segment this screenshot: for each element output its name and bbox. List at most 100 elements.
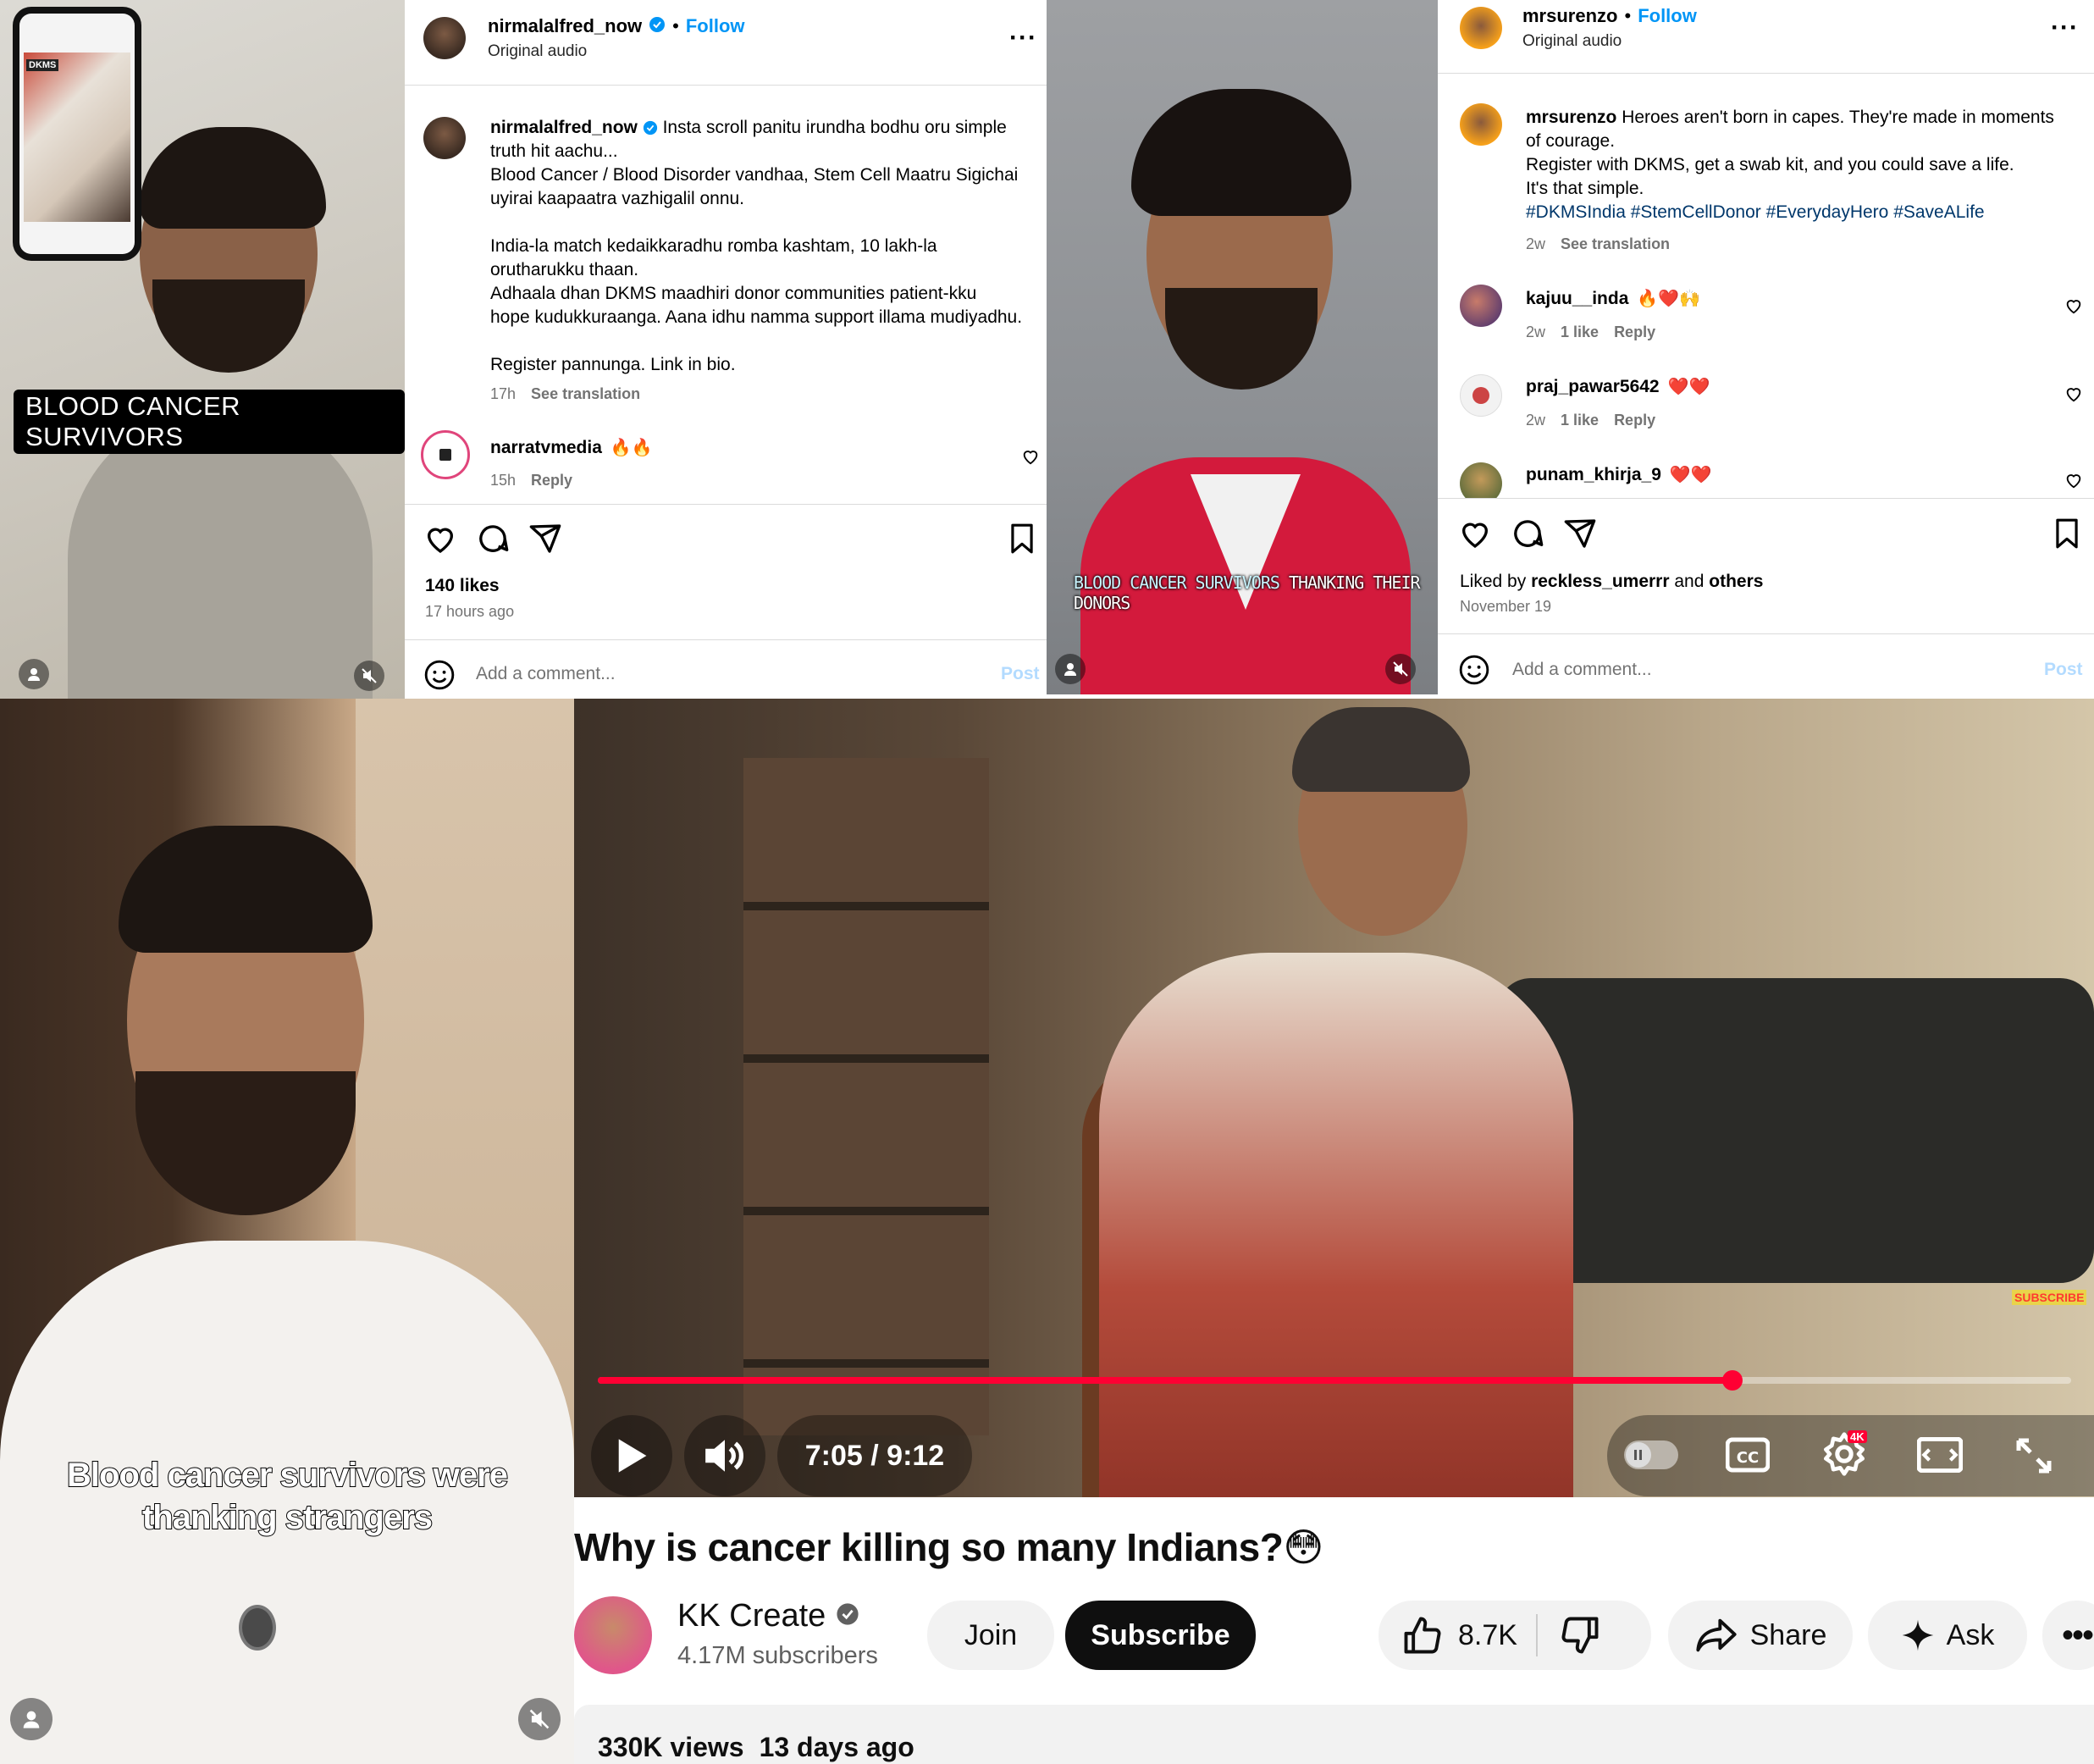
share-icon[interactable]	[1563, 517, 1597, 555]
avatar[interactable]	[1460, 285, 1502, 327]
post-username[interactable]: nirmalalfred_now	[488, 15, 642, 37]
person-beard	[152, 279, 305, 373]
like-icon[interactable]	[1458, 517, 1492, 555]
mute-icon[interactable]	[518, 1698, 561, 1740]
more-actions-button[interactable]: •••	[2042, 1601, 2094, 1670]
reel-video-3[interactable]: Blood cancer survivors were thanking str…	[0, 699, 574, 1764]
user-tag-icon[interactable]	[1055, 654, 1086, 684]
mute-icon[interactable]	[1385, 654, 1416, 684]
like-icon[interactable]	[423, 522, 457, 560]
verified-icon	[836, 1602, 859, 1630]
view-count: 330K views	[598, 1732, 744, 1762]
liked-by-others[interactable]: others	[1709, 572, 1763, 591]
progress-scrubber[interactable]	[1721, 1370, 1743, 1391]
liked-by-user[interactable]: reckless_umerrr	[1531, 572, 1669, 591]
user-tag-icon[interactable]	[10, 1698, 52, 1740]
description-box[interactable]: 330K views 13 days ago	[574, 1705, 2094, 1764]
caption-username[interactable]: mrsurenzo	[1526, 108, 1616, 127]
time-display: 7:05 / 9:12	[777, 1415, 972, 1496]
comment-username[interactable]: kajuu__inda	[1526, 289, 1628, 309]
dislike-button[interactable]	[1538, 1613, 1602, 1657]
avatar[interactable]	[423, 17, 466, 59]
comment-username[interactable]: narratvmedia	[490, 438, 602, 458]
emoji-icon[interactable]	[1458, 654, 1490, 690]
see-translation-link[interactable]: See translation	[531, 385, 640, 403]
comment-like-icon[interactable]	[2064, 471, 2083, 494]
comment-input[interactable]: Add a comment...	[476, 664, 616, 684]
see-translation-link[interactable]: See translation	[1561, 235, 1670, 253]
comment-icon[interactable]	[1511, 517, 1544, 555]
comment-text: ❤️❤️	[1669, 466, 1712, 484]
comment-username[interactable]: punam_khirja_9	[1526, 465, 1661, 485]
caption-username[interactable]: nirmalalfred_now	[490, 118, 638, 137]
caption-line: Heroes aren't born in capes. They're mad…	[1622, 108, 2054, 127]
post-comment-button[interactable]: Post	[2044, 660, 2083, 680]
more-options-icon[interactable]: ···	[2051, 14, 2079, 42]
avatar[interactable]	[421, 430, 470, 479]
follow-button[interactable]: Follow	[686, 15, 745, 37]
channel-name[interactable]: KK Create	[677, 1598, 826, 1634]
share-icon[interactable]	[528, 522, 562, 560]
reply-link[interactable]: Reply	[1614, 323, 1655, 341]
more-options-icon[interactable]: ···	[1009, 24, 1037, 53]
reel-video-2[interactable]: BLOOD CANCER SURVIVORS THANKING THEIR DO…	[1047, 0, 1438, 694]
avatar[interactable]	[1460, 103, 1502, 146]
dot-separator: •	[1624, 5, 1632, 26]
comment-input[interactable]: Add a comment...	[1512, 660, 1652, 680]
progress-track[interactable]	[598, 1370, 2071, 1391]
post-caption: mrsurenzo Heroes aren't born in capes. T…	[1526, 106, 2085, 224]
video-title: Why is cancer killing so many Indians?😳	[574, 1525, 1323, 1569]
phone-mockup: DKMS	[13, 7, 141, 261]
subscribe-button[interactable]: Subscribe	[1065, 1601, 1256, 1670]
avatar[interactable]	[1460, 7, 1502, 49]
audio-label[interactable]: Original audio	[488, 42, 587, 61]
channel-avatar[interactable]	[574, 1596, 652, 1674]
likes-count[interactable]: 140 likes	[425, 576, 500, 596]
mute-icon[interactable]	[354, 661, 384, 691]
comment-text: 🔥❤️🙌	[1637, 290, 1701, 308]
save-icon[interactable]	[1006, 522, 1038, 560]
reply-link[interactable]: Reply	[1614, 412, 1655, 429]
emoji-icon[interactable]	[423, 659, 456, 695]
ask-button[interactable]: Ask	[1868, 1601, 2027, 1670]
autoplay-toggle[interactable]	[1624, 1441, 1678, 1469]
share-button[interactable]: Share	[1668, 1601, 1853, 1670]
comment-likes[interactable]: 1 like	[1561, 412, 1599, 429]
play-button[interactable]	[591, 1415, 672, 1496]
avatar[interactable]	[1460, 462, 1502, 498]
comment-likes[interactable]: 1 like	[1561, 323, 1599, 341]
post-panel-1: nirmalalfred_now • Follow Original audio…	[405, 0, 1047, 699]
quality-badge: 4K	[1848, 1430, 1867, 1443]
settings-icon[interactable]: 4K	[1821, 1430, 1868, 1482]
post-username[interactable]: mrsurenzo	[1522, 5, 1617, 27]
comment-username[interactable]: praj_pawar5642	[1526, 377, 1660, 397]
save-icon[interactable]	[2051, 517, 2083, 555]
comment-time: 2w	[1526, 323, 1546, 340]
divider	[405, 639, 1047, 640]
comment-like-icon[interactable]	[1021, 447, 1040, 470]
avatar[interactable]	[1460, 374, 1502, 417]
fullscreen-icon[interactable]	[2014, 1435, 2054, 1480]
comment-like-icon[interactable]	[2064, 384, 2083, 407]
thumbs-down-icon	[1561, 1617, 1599, 1654]
youtube-player[interactable]: SUBSCRIBE 7:05 / 9:12 CC 4K	[574, 699, 2094, 1497]
verified-icon	[649, 16, 666, 37]
hashtags[interactable]: #DKMSIndia #StemCellDonor #EverydayHero …	[1526, 202, 1985, 222]
post-date: November 19	[1460, 598, 1552, 615]
avatar[interactable]	[423, 117, 466, 159]
theater-mode-icon[interactable]	[1916, 1436, 1964, 1477]
like-button[interactable]: 8.7K	[1379, 1613, 1517, 1657]
liked-by-text[interactable]: Liked by reckless_umerrr and others	[1460, 572, 1763, 592]
comment-icon[interactable]	[476, 522, 510, 560]
volume-button[interactable]	[684, 1415, 765, 1496]
join-button[interactable]: Join	[927, 1601, 1054, 1670]
reply-link[interactable]: Reply	[531, 472, 572, 489]
audio-label[interactable]: Original audio	[1522, 32, 1622, 51]
reel-video-1[interactable]: DKMS BLOOD CANCER SURVIVORS	[0, 0, 405, 699]
post-caption: nirmalalfred_now Insta scroll panitu iru…	[490, 116, 1041, 377]
follow-button[interactable]: Follow	[1638, 5, 1697, 27]
captions-icon[interactable]: CC	[1725, 1435, 1771, 1479]
comment-like-icon[interactable]	[2064, 296, 2083, 319]
post-comment-button[interactable]: Post	[1001, 664, 1040, 684]
user-tag-icon[interactable]	[19, 659, 49, 689]
